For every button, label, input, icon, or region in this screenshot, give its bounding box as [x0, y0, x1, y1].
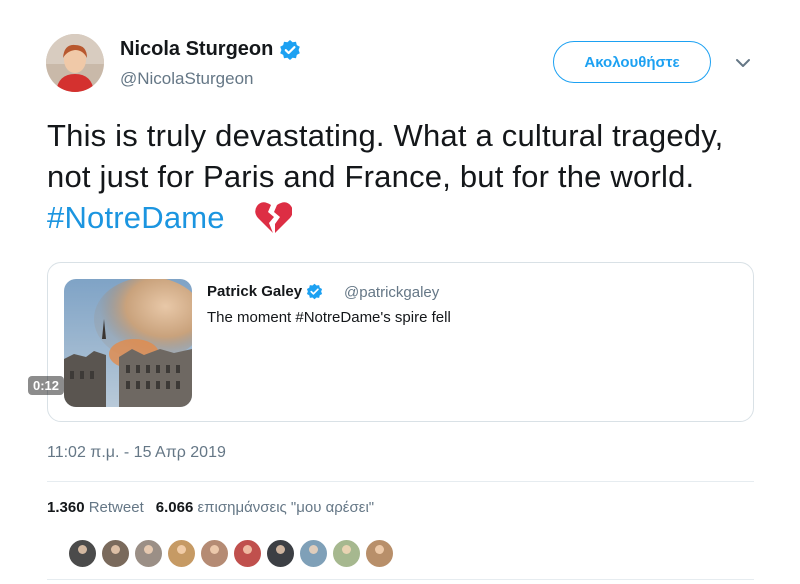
divider — [47, 481, 754, 482]
likes-count: 6.066 — [155, 499, 194, 516]
tweet-text: This is truly devastating. What a cultur… — [47, 115, 767, 238]
quoted-author-handle[interactable]: @patrickgaley — [344, 284, 439, 301]
liker-avatar[interactable] — [232, 538, 263, 569]
tweet-body: This is truly devastating. What a cultur… — [47, 118, 724, 194]
likes-stat[interactable]: 6.066 επισημάνσεις "μου αρέσει" — [156, 499, 374, 516]
retweet-count: 1.360 — [47, 499, 85, 516]
retweet-label: Retweet — [88, 499, 144, 516]
verified-badge-icon — [279, 39, 301, 61]
liker-avatar[interactable] — [331, 538, 362, 569]
quoted-tweet-text: The moment #NotreDame's spire fell — [207, 309, 451, 326]
liker-avatar[interactable] — [67, 538, 98, 569]
quoted-author-name[interactable]: Patrick Galey — [207, 283, 323, 300]
liker-avatar[interactable] — [265, 538, 296, 569]
follow-button[interactable]: Ακολουθήστε — [553, 41, 711, 83]
tweet-hashtag-link[interactable]: #NotreDame — [47, 200, 225, 235]
liker-avatar[interactable] — [298, 538, 329, 569]
retweet-stat[interactable]: 1.360 Retweet — [47, 499, 144, 516]
likes-label: επισημάνσεις "μου αρέσει" — [197, 499, 375, 516]
tweet-stats: 1.360 Retweet 6.066 επισημάνσεις "μου αρέ… — [47, 499, 374, 516]
author-name-text[interactable]: Nicola Sturgeon — [120, 38, 273, 61]
broken-heart-icon — [254, 200, 293, 234]
chevron-down-icon[interactable] — [734, 56, 752, 70]
liker-avatars — [67, 538, 397, 569]
liker-avatar[interactable] — [100, 538, 131, 569]
liker-avatar[interactable] — [364, 538, 395, 569]
quoted-video-thumbnail[interactable] — [64, 279, 192, 407]
verified-badge-icon — [306, 283, 323, 300]
author-handle[interactable]: @NicolaSturgeon — [120, 69, 254, 89]
quoted-author-name-text[interactable]: Patrick Galey — [207, 283, 302, 300]
liker-avatar[interactable] — [199, 538, 230, 569]
video-duration-badge: 0:12 — [28, 376, 65, 395]
divider — [47, 579, 754, 580]
liker-avatar[interactable] — [133, 538, 164, 569]
author-avatar[interactable] — [46, 34, 104, 92]
author-name[interactable]: Nicola Sturgeon — [120, 38, 301, 61]
tweet-timestamp[interactable]: 11:02 π.μ. - 15 Απρ 2019 — [47, 444, 226, 462]
liker-avatar[interactable] — [166, 538, 197, 569]
